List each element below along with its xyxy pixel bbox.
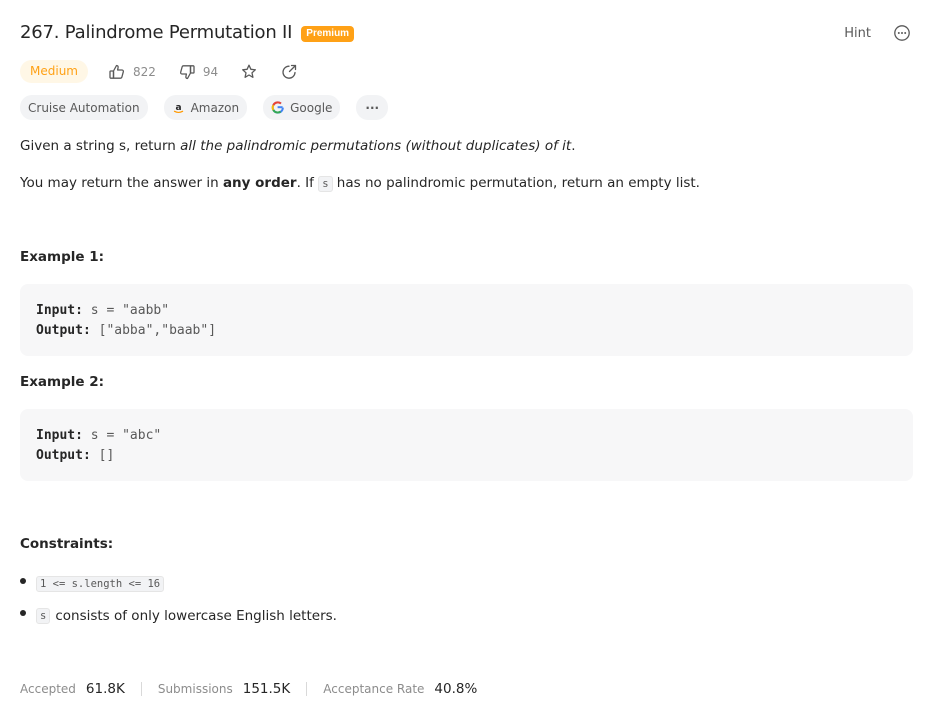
text: You may return the answer in	[20, 175, 223, 191]
like-count: 822	[132, 64, 156, 79]
star-icon[interactable]	[240, 63, 258, 81]
tag-cruise-automation[interactable]: Cruise Automation	[20, 95, 148, 120]
input-label: Input:	[36, 428, 83, 443]
text: has no palindromic permutation, return a…	[332, 175, 700, 191]
example-1-title: Example 1:	[20, 249, 105, 265]
more-options-icon[interactable]	[893, 24, 911, 42]
tag-label: Cruise Automation	[28, 100, 140, 115]
accepted-label: Accepted	[20, 682, 76, 696]
google-logo-icon	[271, 101, 284, 114]
acceptance-rate-value: 40.8%	[434, 681, 478, 697]
hint-button[interactable]: Hint	[844, 26, 871, 41]
header-actions: Hint	[844, 24, 911, 42]
dislike-count: 94	[202, 64, 219, 79]
example-2-box: Input: s = "abc" Output: []	[20, 409, 913, 481]
output-value: ["abba","baab"]	[90, 323, 217, 338]
example-2-title: Example 2:	[20, 374, 105, 390]
example-2-input-line: Input: s = "abc"	[36, 426, 897, 446]
company-tags: Cruise Automation a Amazon Google ···	[20, 95, 389, 120]
constraint-item: s consists of only lowercase English let…	[20, 605, 337, 627]
premium-badge: Premium	[301, 26, 355, 42]
meta-row: Medium 822 94	[20, 60, 298, 83]
submissions-value: 151.5K	[242, 681, 291, 697]
bullet	[20, 578, 26, 584]
constraint-item: 1 <= s.length <= 16	[20, 573, 337, 595]
constraint-text: consists of only lowercase English lette…	[55, 608, 337, 624]
text: . If	[296, 175, 319, 191]
example-1-output-line: Output: ["abba","baab"]	[36, 321, 897, 341]
submissions-label: Submissions	[157, 682, 233, 696]
like-button[interactable]: 822	[108, 63, 156, 81]
constraints-list: 1 <= s.length <= 16 s consists of only l…	[20, 573, 337, 627]
output-value: []	[90, 448, 115, 463]
accepted-value: 61.8K	[85, 681, 125, 697]
acceptance-rate-label: Acceptance Rate	[323, 682, 425, 696]
tag-google[interactable]: Google	[263, 95, 341, 120]
example-1-input-line: Input: s = "aabb"	[36, 301, 897, 321]
output-label: Output:	[36, 323, 91, 338]
problem-title[interactable]: 267. Palindrome Permutation II	[20, 22, 292, 43]
input-value: s = "aabb"	[82, 303, 170, 318]
submission-stats: Accepted 61.8K Submissions 151.5K Accept…	[20, 681, 477, 697]
title-row: 267. Palindrome Permutation II Premium	[20, 22, 355, 43]
thumbs-down-icon	[178, 63, 196, 81]
example-2-output-line: Output: []	[36, 446, 897, 466]
dislike-button[interactable]: 94	[178, 63, 218, 81]
inline-code: s	[318, 176, 333, 192]
description-paragraph-2: You may return the answer in any order. …	[20, 175, 700, 192]
amazon-logo-icon: a	[172, 101, 185, 114]
tag-label: Google	[290, 100, 333, 115]
text: Given a string s, return	[20, 138, 181, 154]
output-label: Output:	[36, 448, 91, 463]
share-icon[interactable]	[280, 63, 298, 81]
input-label: Input:	[36, 303, 83, 318]
more-tags-button[interactable]: ···	[356, 95, 389, 120]
input-value: s = "abc"	[82, 428, 162, 443]
description-paragraph-1: Given a string s, return all the palindr…	[20, 138, 575, 154]
bullet	[20, 610, 26, 616]
example-1-box: Input: s = "aabb" Output: ["abba","baab"…	[20, 284, 913, 356]
text: .	[571, 138, 576, 154]
emphasis-text: all the palindromic permutations (withou…	[180, 138, 572, 154]
tag-amazon[interactable]: a Amazon	[163, 95, 248, 120]
divider	[140, 682, 142, 696]
divider	[306, 682, 308, 696]
difficulty-badge: Medium	[20, 60, 88, 83]
bold-text: any order	[222, 175, 297, 191]
constraints-title: Constraints:	[20, 536, 114, 552]
tag-label: Amazon	[190, 100, 240, 115]
inline-code: 1 <= s.length <= 16	[36, 576, 165, 592]
inline-code: s	[36, 608, 51, 624]
thumbs-up-icon	[108, 63, 126, 81]
